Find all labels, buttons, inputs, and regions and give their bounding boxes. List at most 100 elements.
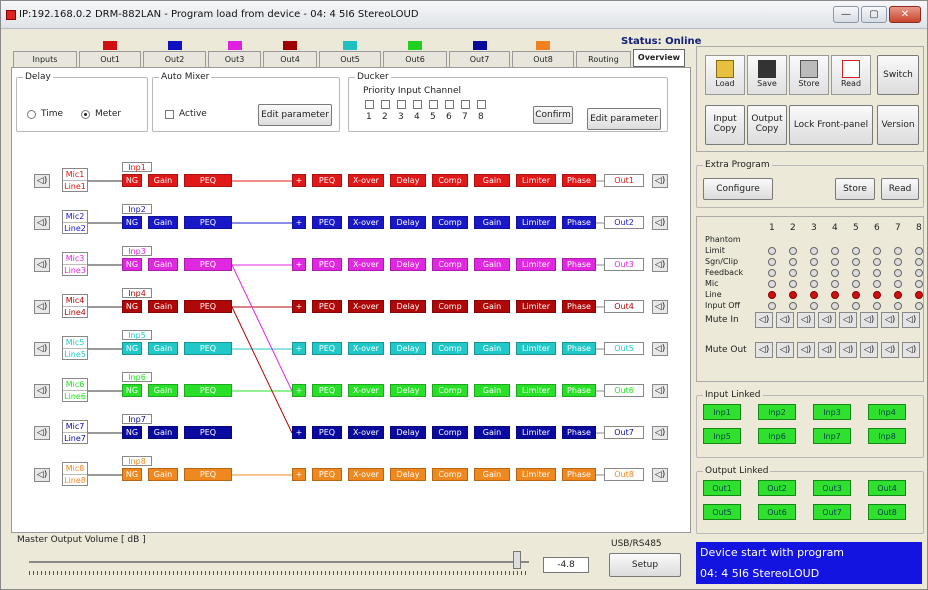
mic-line-selector[interactable]: Mic8 Line8 <box>62 462 88 486</box>
tab-out6[interactable]: Out6 <box>383 51 447 67</box>
xover-block[interactable]: X-over <box>348 216 384 229</box>
mic-line-selector[interactable]: Mic1 Line1 <box>62 168 88 192</box>
output-linked-button[interactable]: Out5 <box>703 504 741 520</box>
phase-block[interactable]: Phase <box>562 300 596 313</box>
meter-radio[interactable] <box>81 110 90 119</box>
output-linked-button[interactable]: Out3 <box>813 480 851 496</box>
gain-block[interactable]: Gain <box>474 342 510 355</box>
priority-checkbox-5[interactable] <box>429 100 438 109</box>
input-linked-button[interactable]: Inp5 <box>703 428 741 444</box>
plus-block[interactable]: + <box>292 258 306 271</box>
peq-block[interactable]: PEQ <box>312 258 342 271</box>
ng-block[interactable]: NG <box>122 174 142 187</box>
minimize-button[interactable]: — <box>833 6 859 23</box>
input-linked-button[interactable]: Inp1 <box>703 404 741 420</box>
close-button[interactable]: ✕ <box>889 6 921 23</box>
xover-block[interactable]: X-over <box>348 300 384 313</box>
time-radio[interactable] <box>27 110 36 119</box>
read-button[interactable]: Read <box>831 55 871 95</box>
input-speaker-icon[interactable]: ◁) <box>34 258 50 272</box>
mic-line-selector[interactable]: Mic3 Line3 <box>62 252 88 276</box>
priority-checkbox-6[interactable] <box>445 100 454 109</box>
priority-checkbox-2[interactable] <box>381 100 390 109</box>
gain-block[interactable]: Gain <box>148 216 178 229</box>
output-speaker-icon[interactable]: ◁) <box>652 384 668 398</box>
output-linked-button[interactable]: Out8 <box>868 504 906 520</box>
output-linked-button[interactable]: Out4 <box>868 480 906 496</box>
setup-button[interactable]: Setup <box>609 553 681 577</box>
tab-out7[interactable]: Out7 <box>449 51 510 67</box>
peq-block[interactable]: PEQ <box>184 384 232 397</box>
comp-block[interactable]: Comp <box>432 342 468 355</box>
xover-block[interactable]: X-over <box>348 426 384 439</box>
limiter-block[interactable]: Limiter <box>516 216 556 229</box>
comp-block[interactable]: Comp <box>432 258 468 271</box>
mic-line-selector[interactable]: Mic7 Line7 <box>62 420 88 444</box>
peq-block[interactable]: PEQ <box>312 384 342 397</box>
output-copy-button[interactable]: Output Copy <box>747 105 787 145</box>
tab-out8[interactable]: Out8 <box>512 51 574 67</box>
ng-block[interactable]: NG <box>122 300 142 313</box>
mic-line-selector[interactable]: Mic4 Line4 <box>62 294 88 318</box>
limiter-block[interactable]: Limiter <box>516 384 556 397</box>
limiter-block[interactable]: Limiter <box>516 426 556 439</box>
delay-block[interactable]: Delay <box>390 426 426 439</box>
input-linked-button[interactable]: Inp4 <box>868 404 906 420</box>
extra-store-button[interactable]: Store <box>835 178 875 200</box>
version-button[interactable]: Version <box>877 105 919 145</box>
maximize-button[interactable]: ▢ <box>861 6 887 23</box>
plus-block[interactable]: + <box>292 384 306 397</box>
mute-out-button[interactable]: ◁) <box>818 342 836 358</box>
limiter-block[interactable]: Limiter <box>516 342 556 355</box>
xover-block[interactable]: X-over <box>348 174 384 187</box>
store-button[interactable]: Store <box>789 55 829 95</box>
phase-block[interactable]: Phase <box>562 384 596 397</box>
plus-block[interactable]: + <box>292 426 306 439</box>
comp-block[interactable]: Comp <box>432 468 468 481</box>
ducker-edit-button[interactable]: Edit parameter <box>587 108 661 130</box>
mute-in-button[interactable]: ◁) <box>776 312 794 328</box>
phase-block[interactable]: Phase <box>562 342 596 355</box>
output-linked-button[interactable]: Out6 <box>758 504 796 520</box>
gain-block[interactable]: Gain <box>474 174 510 187</box>
peq-block[interactable]: PEQ <box>184 216 232 229</box>
master-volume-value[interactable]: -4.8 <box>543 557 589 573</box>
mute-out-button[interactable]: ◁) <box>860 342 878 358</box>
ng-block[interactable]: NG <box>122 342 142 355</box>
input-linked-button[interactable]: Inp3 <box>813 404 851 420</box>
ng-block[interactable]: NG <box>122 216 142 229</box>
mic-line-selector[interactable]: Mic5 Line5 <box>62 336 88 360</box>
mic-line-selector[interactable]: Mic6 Line6 <box>62 378 88 402</box>
peq-block[interactable]: PEQ <box>184 174 232 187</box>
plus-block[interactable]: + <box>292 342 306 355</box>
mute-in-button[interactable]: ◁) <box>902 312 920 328</box>
master-volume-slider[interactable] <box>513 551 521 569</box>
delay-block[interactable]: Delay <box>390 174 426 187</box>
output-linked-button[interactable]: Out2 <box>758 480 796 496</box>
mute-in-button[interactable]: ◁) <box>881 312 899 328</box>
output-speaker-icon[interactable]: ◁) <box>652 300 668 314</box>
gain-block[interactable]: Gain <box>148 300 178 313</box>
priority-checkbox-7[interactable] <box>461 100 470 109</box>
limiter-block[interactable]: Limiter <box>516 174 556 187</box>
input-linked-button[interactable]: Inp7 <box>813 428 851 444</box>
input-speaker-icon[interactable]: ◁) <box>34 174 50 188</box>
mute-out-button[interactable]: ◁) <box>902 342 920 358</box>
peq-block[interactable]: PEQ <box>312 426 342 439</box>
gain-block[interactable]: Gain <box>474 258 510 271</box>
ng-block[interactable]: NG <box>122 468 142 481</box>
gain-block[interactable]: Gain <box>148 426 178 439</box>
input-linked-button[interactable]: Inp2 <box>758 404 796 420</box>
peq-block[interactable]: PEQ <box>312 342 342 355</box>
mute-out-button[interactable]: ◁) <box>839 342 857 358</box>
switch-button[interactable]: Switch <box>877 55 919 95</box>
xover-block[interactable]: X-over <box>348 384 384 397</box>
limiter-block[interactable]: Limiter <box>516 300 556 313</box>
limiter-block[interactable]: Limiter <box>516 468 556 481</box>
ng-block[interactable]: NG <box>122 384 142 397</box>
phase-block[interactable]: Phase <box>562 426 596 439</box>
peq-block[interactable]: PEQ <box>184 342 232 355</box>
gain-block[interactable]: Gain <box>148 468 178 481</box>
peq-block[interactable]: PEQ <box>184 426 232 439</box>
tab-out2[interactable]: Out2 <box>143 51 206 67</box>
